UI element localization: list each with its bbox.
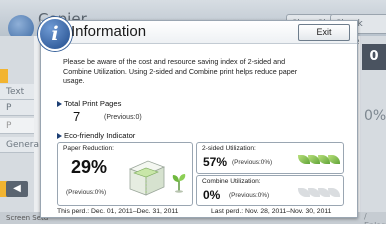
section-arrow-icon xyxy=(57,133,62,139)
background-tab-text[interactable]: Text xyxy=(0,84,34,100)
paper-reduction-panel: Paper Reduction: 29% (Previous:0%) xyxy=(57,142,193,206)
background-tab-pale[interactable]: P xyxy=(0,118,34,134)
screen-bottom-margin xyxy=(0,224,386,241)
eco-indicator-heading: Eco-friendly Indicator xyxy=(57,131,135,140)
background-left-marker xyxy=(0,69,8,83)
section-arrow-icon xyxy=(57,101,62,107)
last-period: Last perd.: Nov. 28, 2011–Nov. 30, 2011 xyxy=(211,208,332,215)
reduce-enlarge-value: 0% xyxy=(364,108,386,124)
exit-button[interactable]: Exit xyxy=(298,24,350,41)
info-icon: i xyxy=(38,17,72,51)
paper-reduction-value: 29% xyxy=(71,157,108,177)
combine-utilization-panel: Combine Utilization: 0% (Previous:0%) xyxy=(196,175,344,206)
paper-reduction-previous: (Previous:0%) xyxy=(66,189,107,196)
information-dialog: i Information Exit Please be aware of th… xyxy=(38,17,358,218)
combine-utilization-value: 0% xyxy=(203,188,221,202)
total-print-heading-text: Total Print Pages xyxy=(64,99,122,108)
background-tab-photo[interactable]: P xyxy=(0,100,34,116)
two-sided-utilization-previous: (Previous:0%) xyxy=(232,159,273,166)
two-sided-leaf-meter xyxy=(298,155,340,165)
paper-stack-icon xyxy=(128,160,166,196)
info-message: Please be aware of the cost and resource… xyxy=(63,57,298,86)
paper-reduction-label: Paper Reduction: xyxy=(63,145,114,152)
dialog-title: Information xyxy=(71,23,147,40)
combine-leaf-meter xyxy=(298,188,340,198)
combine-utilization-previous: (Previous:0%) xyxy=(229,192,270,199)
two-sided-utilization-panel: 2-sided Utilization: 57% (Previous:0%) xyxy=(196,142,344,174)
eco-indicator-heading-text: Eco-friendly Indicator xyxy=(64,131,136,140)
two-sided-utilization-value: 57% xyxy=(203,155,228,169)
copier-screen: Copier Clear Sh Check Mode Text P P Gene… xyxy=(0,0,386,241)
combine-utilization-label: Combine Utilization: xyxy=(202,178,261,185)
total-print-heading: Total Print Pages xyxy=(57,99,121,108)
plant-icon xyxy=(172,174,186,193)
copy-counter: 0 xyxy=(362,44,386,70)
background-tab-general[interactable]: Genera xyxy=(0,137,39,153)
two-sided-utilization-label: 2-sided Utilization: xyxy=(202,145,256,152)
current-period: This perd.: Dec. 01, 2011–Dec. 31, 2011 xyxy=(57,208,179,215)
scroll-left-icon[interactable]: ◀ xyxy=(6,181,28,197)
total-print-value: 7 xyxy=(73,109,81,124)
total-print-previous: (Previous:0) xyxy=(104,114,142,121)
